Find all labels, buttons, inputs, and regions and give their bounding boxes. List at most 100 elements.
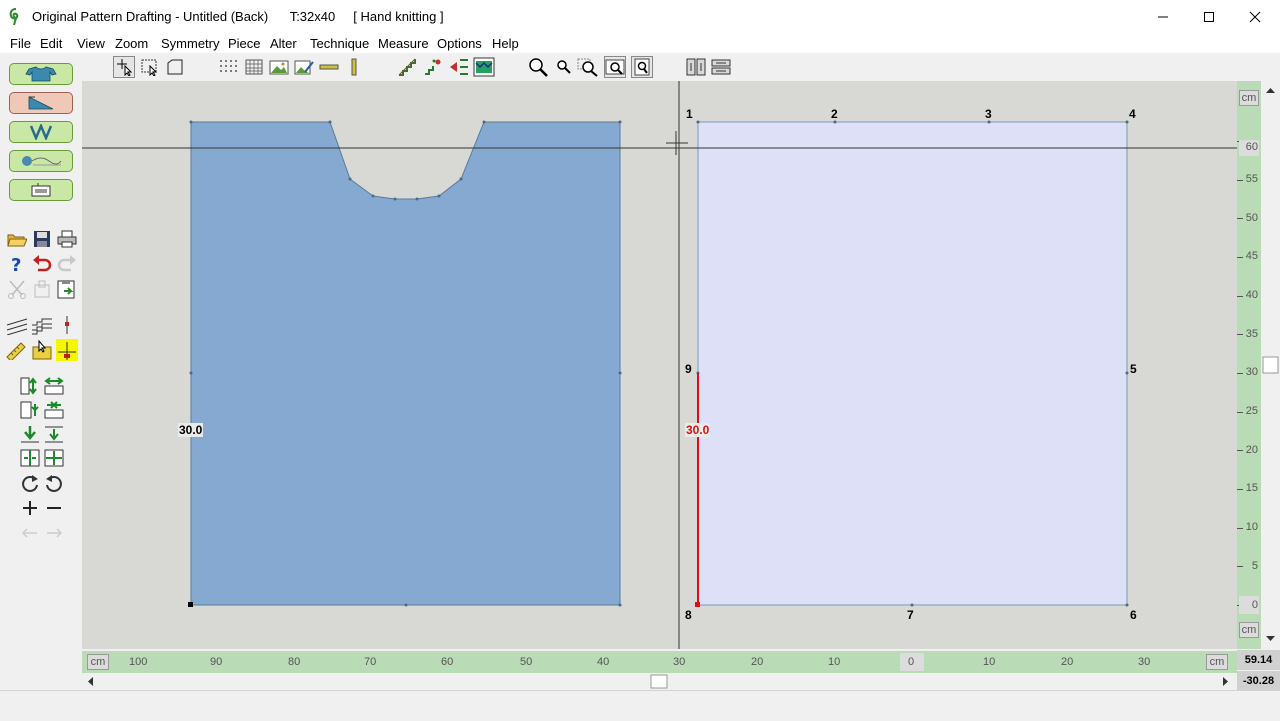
print-button[interactable] bbox=[56, 228, 78, 250]
select-area-button[interactable] bbox=[139, 56, 161, 78]
selected-point[interactable] bbox=[695, 602, 700, 607]
menu-options[interactable]: Options bbox=[437, 36, 482, 51]
narrow-horizontal-button[interactable] bbox=[43, 399, 65, 421]
menu-edit[interactable]: Edit bbox=[40, 36, 62, 51]
cut-button[interactable] bbox=[6, 278, 28, 300]
split-piece-button[interactable] bbox=[19, 447, 41, 469]
steps-button[interactable] bbox=[397, 56, 419, 78]
dot-grid-button[interactable] bbox=[217, 56, 239, 78]
menu-file[interactable]: File bbox=[10, 36, 31, 51]
menu-measure[interactable]: Measure bbox=[378, 36, 429, 51]
garment-button[interactable] bbox=[9, 63, 73, 85]
minimize-button[interactable] bbox=[1140, 0, 1186, 34]
minimize-icon bbox=[1158, 16, 1168, 18]
rotate-left-button[interactable] bbox=[43, 472, 65, 494]
picture-edit-button[interactable] bbox=[293, 56, 315, 78]
close-button[interactable] bbox=[1232, 0, 1278, 34]
diagonal-lines-button[interactable] bbox=[6, 314, 28, 336]
menu-technique[interactable]: Technique bbox=[310, 36, 369, 51]
floppy-disk-icon bbox=[34, 231, 50, 247]
stitch-button[interactable] bbox=[9, 121, 73, 143]
step-lines-button[interactable] bbox=[31, 314, 53, 336]
horizontal-ruler-button[interactable] bbox=[318, 56, 340, 78]
horizontal-ruler[interactable]: cm 100 90 80 70 60 50 40 30 20 10 0 10 2… bbox=[82, 651, 1237, 673]
save-file-button[interactable] bbox=[31, 228, 53, 250]
left-tool-panel: ? bbox=[0, 63, 82, 650]
narrow-vertical-button[interactable] bbox=[19, 399, 41, 421]
menu-alter[interactable]: Alter bbox=[270, 36, 297, 51]
copy-button[interactable] bbox=[31, 278, 53, 300]
magnifier-large-icon bbox=[529, 58, 548, 77]
horizontal-ruler-unit-left: cm bbox=[87, 654, 109, 670]
menu-zoom[interactable]: Zoom bbox=[115, 36, 148, 51]
shape-tool-button[interactable] bbox=[164, 56, 186, 78]
vertical-ruler-label: 5 bbox=[1251, 560, 1258, 572]
highlight-button[interactable] bbox=[56, 339, 78, 361]
pattern-piece-button[interactable] bbox=[9, 92, 73, 114]
move-down-button[interactable] bbox=[19, 423, 41, 445]
vertical-ruler-label: 20 bbox=[1245, 444, 1258, 456]
arrow-left-lines-icon bbox=[450, 59, 468, 75]
menu-bar: File Edit View Zoom Symmetry Piece Alter… bbox=[0, 34, 1280, 53]
tape-measure-button[interactable] bbox=[6, 339, 28, 361]
yarn-button[interactable] bbox=[9, 150, 73, 172]
maximize-button[interactable] bbox=[1186, 0, 1232, 34]
menu-piece[interactable]: Piece bbox=[228, 36, 261, 51]
knit-swatch-button[interactable] bbox=[473, 56, 495, 78]
vertical-ruler[interactable]: cm 60 55 50 45 40 35 30 25 20 15 10 5 0 … bbox=[1237, 81, 1261, 649]
next-button[interactable] bbox=[43, 522, 65, 544]
arrow-left-lines-button[interactable] bbox=[448, 56, 470, 78]
horizontal-ruler-label: 20 bbox=[751, 656, 764, 668]
undo-button[interactable] bbox=[31, 253, 53, 275]
add-button[interactable] bbox=[19, 497, 41, 519]
zoom-window-button[interactable] bbox=[577, 56, 599, 78]
flip-vertical-button[interactable] bbox=[19, 375, 41, 397]
vertical-scrollbar[interactable] bbox=[1261, 81, 1280, 649]
scroll-down-icon[interactable] bbox=[1266, 636, 1275, 641]
expand-piece-button[interactable] bbox=[43, 447, 65, 469]
rotate-right-icon bbox=[22, 475, 38, 492]
flip-horizontal-button[interactable] bbox=[43, 375, 65, 397]
left-pattern-piece[interactable] bbox=[190, 121, 621, 606]
zoom-fit-button[interactable] bbox=[604, 56, 626, 78]
marker-line-button[interactable] bbox=[56, 314, 78, 336]
horizontal-scroll-thumb[interactable] bbox=[650, 674, 668, 689]
split-horizontal-button[interactable] bbox=[710, 56, 732, 78]
scroll-right-icon[interactable] bbox=[1223, 677, 1228, 686]
open-file-button[interactable] bbox=[6, 228, 28, 250]
highlight-cross-icon bbox=[58, 342, 76, 360]
picture-button[interactable] bbox=[268, 56, 290, 78]
paste-button[interactable] bbox=[56, 278, 78, 300]
scroll-left-icon[interactable] bbox=[88, 677, 93, 686]
zoom-in-button[interactable] bbox=[528, 56, 550, 78]
redo-button[interactable] bbox=[56, 253, 78, 275]
machine-button[interactable] bbox=[9, 179, 73, 201]
vertical-scroll-thumb[interactable] bbox=[1262, 356, 1279, 374]
select-tool-button[interactable] bbox=[113, 56, 135, 78]
picture-edit-icon bbox=[294, 60, 314, 75]
drawing-canvas[interactable]: 30.0 30.0 1 2 3 4 5 6 7 8 9 bbox=[82, 81, 1237, 649]
line-grid-button[interactable] bbox=[243, 56, 265, 78]
menu-view[interactable]: View bbox=[77, 36, 105, 51]
right-pattern-piece[interactable] bbox=[697, 121, 1128, 606]
zoom-page-button[interactable] bbox=[631, 56, 653, 78]
menu-symmetry[interactable]: Symmetry bbox=[161, 36, 220, 51]
rotate-right-button[interactable] bbox=[19, 472, 41, 494]
remove-button[interactable] bbox=[43, 497, 65, 519]
scroll-up-icon[interactable] bbox=[1266, 88, 1275, 93]
picture-icon bbox=[269, 60, 289, 75]
horizontal-scrollbar[interactable] bbox=[82, 673, 1237, 690]
question-mark-icon: ? bbox=[11, 255, 21, 274]
move-down-line-button[interactable] bbox=[43, 423, 65, 445]
previous-button[interactable] bbox=[19, 522, 41, 544]
vertical-ruler-button[interactable] bbox=[343, 56, 365, 78]
steps-icon bbox=[398, 58, 416, 76]
scatter-steps-button[interactable] bbox=[422, 56, 444, 78]
menu-help[interactable]: Help bbox=[492, 36, 519, 51]
measure-point-button[interactable] bbox=[31, 339, 53, 361]
point-label-7: 7 bbox=[907, 608, 914, 622]
zoom-out-button[interactable] bbox=[553, 56, 575, 78]
split-vertical-button[interactable] bbox=[685, 56, 707, 78]
help-button[interactable]: ? bbox=[6, 253, 28, 275]
title-bar: Original Pattern Drafting - Untitled (Ba… bbox=[0, 0, 1280, 34]
